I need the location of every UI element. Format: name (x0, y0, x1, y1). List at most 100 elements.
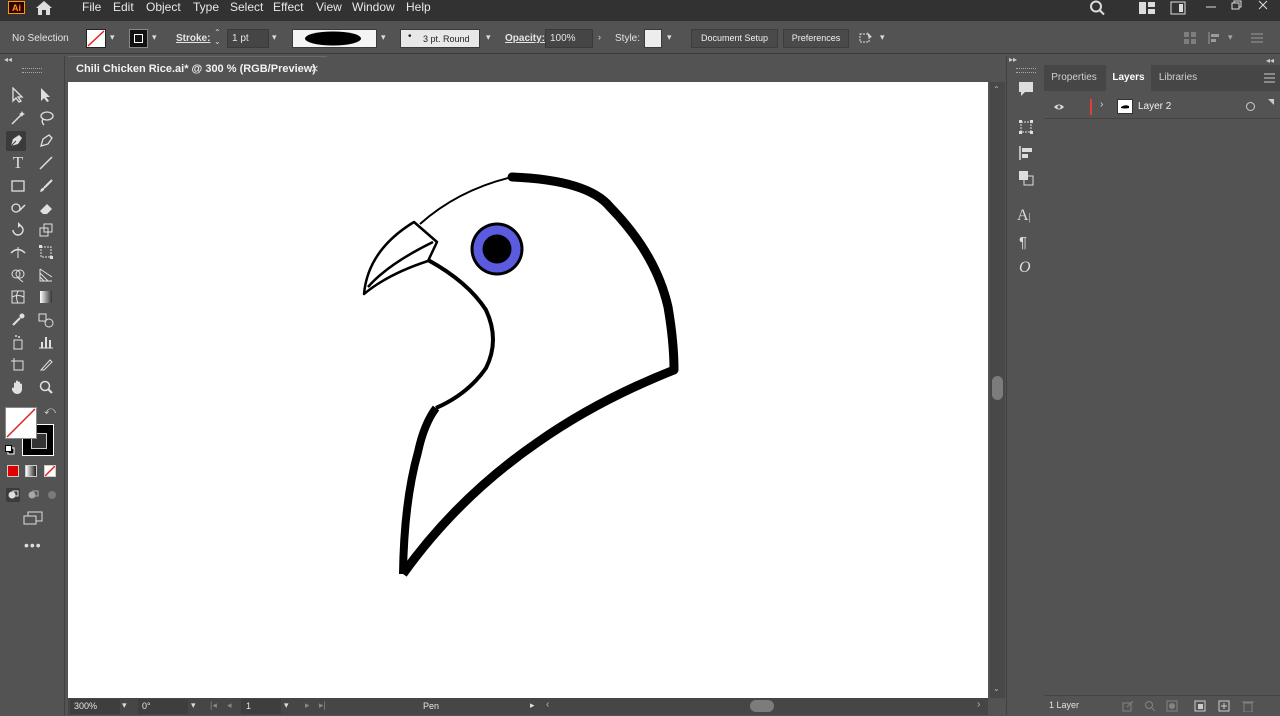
menu-help[interactable]: Help (406, 0, 431, 14)
magic-wand-tool-icon[interactable] (8, 108, 28, 128)
selection-tool-icon[interactable] (8, 85, 28, 105)
tab-properties[interactable]: Properties (1044, 65, 1104, 91)
gradient-tool-icon[interactable] (36, 287, 56, 307)
align-icon[interactable] (1207, 31, 1221, 45)
hamburger-menu-icon[interactable] (1264, 73, 1275, 83)
close-icon[interactable] (1256, 0, 1270, 10)
new-sublayer-icon[interactable] (1194, 700, 1206, 712)
paragraph-panel-icon[interactable]: ¶ (1019, 234, 1037, 252)
collapse-arrows-icon[interactable]: ◂◂ (4, 55, 12, 64)
layer-lock-toggle[interactable] (1071, 99, 1087, 115)
rotation-field[interactable]: 0° (138, 699, 188, 714)
curvature-tool-icon[interactable] (36, 131, 56, 151)
arrange-icon[interactable] (858, 30, 874, 46)
horizontal-scroll-thumb[interactable] (750, 700, 774, 712)
scroll-right-icon[interactable]: › (977, 699, 980, 710)
shape-builder-tool-icon[interactable] (8, 265, 28, 285)
rotate-tool-icon[interactable] (8, 220, 28, 240)
color-mode-icon[interactable] (7, 465, 19, 477)
menu-window[interactable]: Window (352, 0, 395, 14)
perspective-grid-tool-icon[interactable] (36, 265, 56, 285)
document-setup-button[interactable]: Document Setup (691, 29, 778, 48)
panel-grip[interactable] (22, 68, 42, 73)
last-artboard-icon[interactable]: ▸| (319, 700, 326, 711)
scale-tool-icon[interactable] (36, 220, 56, 240)
gradient-mode-icon[interactable] (25, 465, 37, 477)
layer-name[interactable]: Layer 2 (1138, 101, 1171, 112)
menu-edit[interactable]: Edit (113, 0, 134, 14)
collapse-panels-icon[interactable]: ▸▸ (1009, 55, 1017, 64)
align-dropdown-icon[interactable]: ▾ (1228, 32, 1233, 43)
make-clipping-mask-icon[interactable] (1166, 700, 1178, 712)
tab-layers[interactable]: Layers (1106, 65, 1151, 91)
edit-toolbar-icon[interactable]: ••• (24, 537, 42, 553)
blend-tool-icon[interactable] (36, 310, 56, 330)
minimize-icon[interactable] (1204, 2, 1218, 12)
delete-layer-icon[interactable] (1242, 700, 1254, 713)
line-tool-icon[interactable] (36, 153, 56, 173)
vertical-scrollbar[interactable]: ⌃ ⌄ (990, 82, 1005, 698)
zoom-dropdown-icon[interactable]: ▾ (122, 700, 127, 711)
menu-file[interactable]: File (82, 0, 101, 14)
comments-icon[interactable] (1017, 80, 1035, 98)
preferences-button[interactable]: Preferences (783, 29, 849, 48)
brush-definition[interactable]: • 3 pt. Round (400, 29, 480, 48)
menu-object[interactable]: Object (146, 0, 181, 14)
draw-normal-icon[interactable] (6, 488, 20, 502)
swap-fill-stroke-icon[interactable]: ⤺ (44, 405, 56, 418)
pathfinder-icon[interactable] (1017, 169, 1035, 187)
layer-target-icon[interactable] (1246, 102, 1255, 111)
free-transform-tool-icon[interactable] (36, 242, 56, 262)
type-tool-icon[interactable]: T (8, 153, 28, 173)
scroll-up-icon[interactable]: ⌃ (993, 85, 1000, 94)
menu-select[interactable]: Select (230, 0, 263, 14)
zoom-field[interactable]: 300% (70, 699, 120, 714)
search-icon[interactable] (1089, 0, 1107, 16)
panel-grip[interactable] (1016, 68, 1036, 73)
direct-selection-tool-icon[interactable] (36, 85, 56, 105)
fill-dropdown-icon[interactable]: ▾ (110, 32, 115, 43)
arrange-dropdown-icon[interactable]: ▾ (880, 32, 885, 43)
stroke-weight-field[interactable]: 1 pt (227, 29, 269, 48)
opacity-label[interactable]: Opacity: (505, 33, 545, 44)
new-layer-icon[interactable] (1218, 700, 1230, 712)
locate-object-icon[interactable] (1144, 700, 1156, 712)
transform-panel-icon[interactable] (1017, 118, 1035, 136)
stroke-stepper-icon[interactable]: ⌃ ⌄ (214, 28, 221, 46)
scroll-thumb[interactable] (992, 376, 1003, 400)
previous-artboard-icon[interactable]: ◂ (227, 700, 232, 711)
profile-dropdown-icon[interactable]: ▾ (381, 32, 386, 43)
first-artboard-icon[interactable]: |◂ (210, 700, 217, 711)
character-panel-icon[interactable]: A| (1017, 207, 1035, 225)
bird-illustration[interactable] (68, 82, 988, 698)
expand-layer-icon[interactable]: › (1100, 99, 1103, 110)
fill-swatch[interactable] (86, 29, 106, 48)
restore-icon[interactable] (1230, 0, 1244, 10)
paintbrush-tool-icon[interactable] (36, 176, 56, 196)
style-dropdown-icon[interactable]: ▾ (667, 32, 672, 43)
scroll-left-icon[interactable]: ‹ (546, 699, 549, 710)
tab-libraries[interactable]: Libraries (1152, 65, 1204, 91)
menu-effect[interactable]: Effect (273, 0, 303, 14)
stroke-weight-dropdown-icon[interactable]: ▾ (272, 32, 277, 43)
eraser-tool-icon[interactable] (36, 198, 56, 218)
workspace-icon[interactable] (1170, 1, 1186, 15)
collapse-panel-icon[interactable]: ◂◂ (1266, 56, 1274, 65)
slice-tool-icon[interactable] (36, 355, 56, 375)
rectangle-tool-icon[interactable] (8, 176, 28, 196)
document-tab[interactable]: Chili Chicken Rice.ai* @ 300 % (RGB/Prev… (68, 56, 327, 81)
eyedropper-tool-icon[interactable] (8, 310, 28, 330)
export-icon[interactable] (1122, 700, 1134, 712)
eye-icon[interactable] (1053, 102, 1065, 112)
zoom-tool-icon[interactable] (36, 377, 56, 397)
stroke-label[interactable]: Stroke: (176, 33, 210, 44)
arrange-documents-icon[interactable] (1138, 1, 1156, 15)
fill-color-swatch[interactable] (5, 407, 37, 439)
width-tool-icon[interactable] (8, 242, 28, 262)
opacity-field[interactable]: 100% (545, 29, 593, 48)
screen-mode-icon[interactable] (22, 510, 44, 526)
variable-width-profile[interactable] (292, 29, 377, 48)
status-menu-icon[interactable]: ▸ (530, 700, 535, 711)
lasso-tool-icon[interactable] (36, 108, 56, 128)
draw-behind-icon[interactable] (26, 488, 40, 502)
